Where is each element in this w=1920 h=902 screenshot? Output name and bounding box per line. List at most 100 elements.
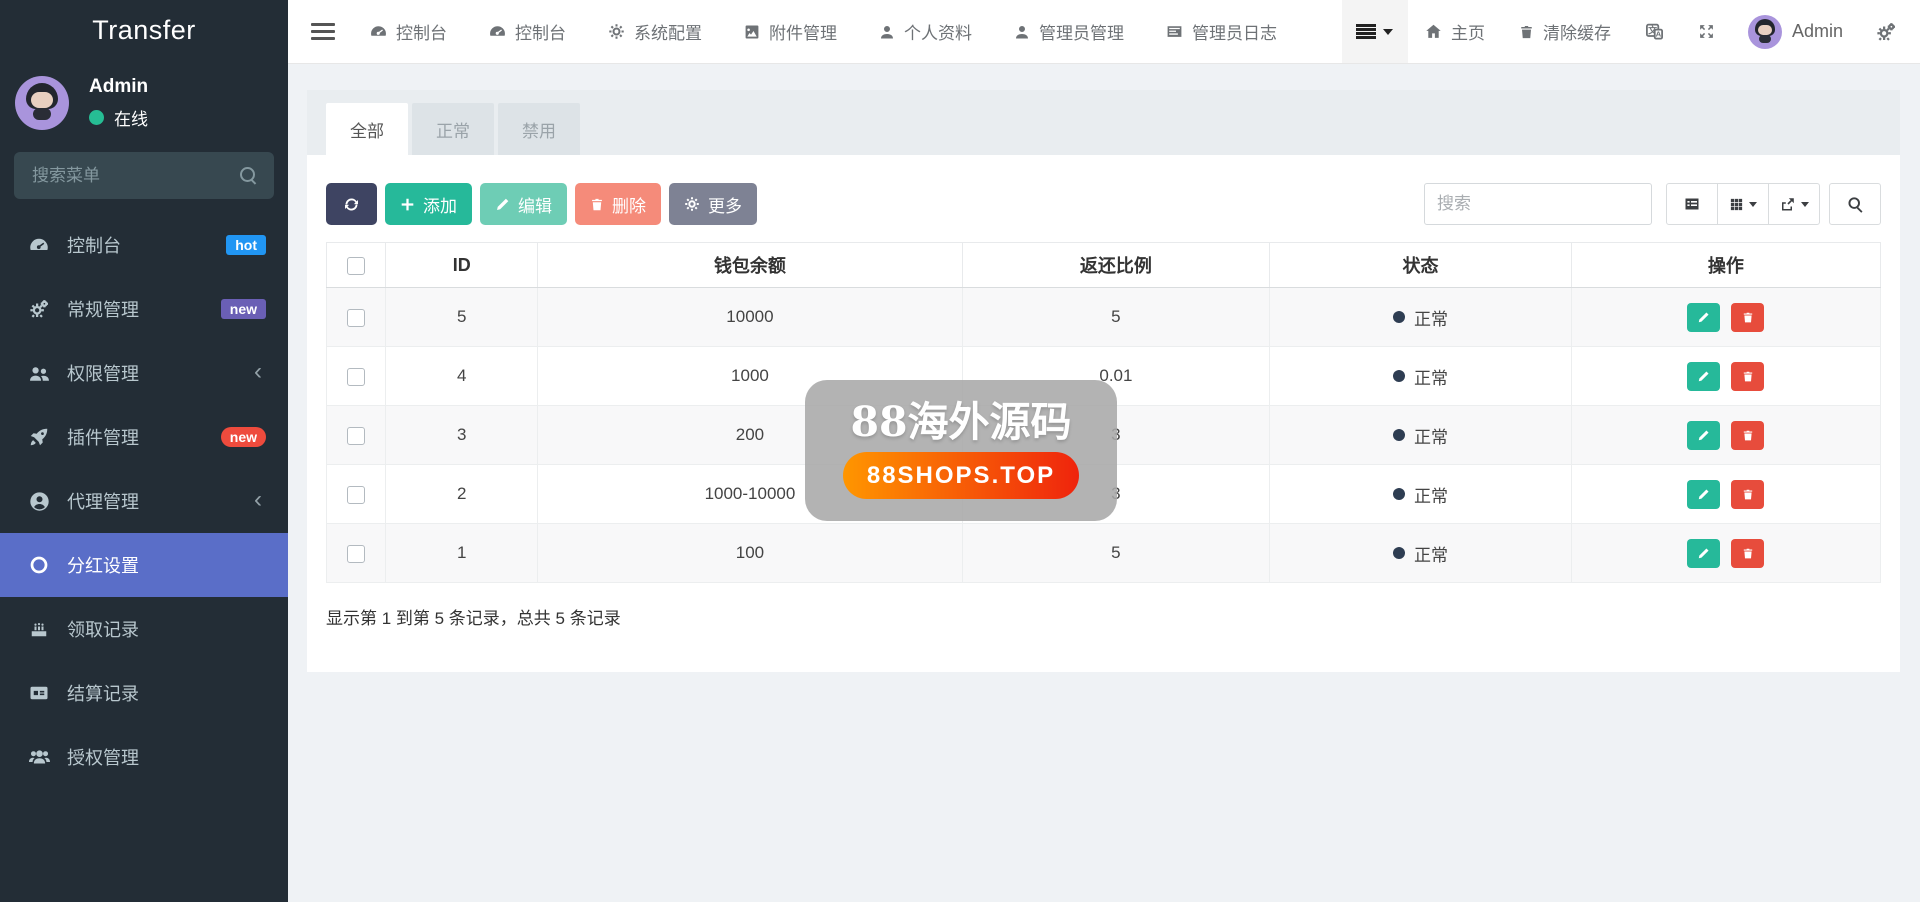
row-edit-button[interactable] bbox=[1687, 362, 1720, 391]
row-edit-button[interactable] bbox=[1687, 421, 1720, 450]
toolbar: 添加 编辑 删除 更多 bbox=[326, 183, 1881, 225]
delete-label: 删除 bbox=[612, 192, 646, 217]
sidebar-item-settlement-records[interactable]: 结算记录 bbox=[0, 661, 288, 725]
more-button[interactable]: 更多 bbox=[669, 183, 757, 225]
tab-disabled[interactable]: 禁用 bbox=[498, 103, 580, 155]
trash-icon bbox=[590, 197, 604, 212]
table-search-input[interactable] bbox=[1424, 183, 1652, 225]
column-header-ratio[interactable]: 返还比例 bbox=[962, 243, 1270, 288]
sidebar-item-dividend-settings[interactable]: 分红设置 bbox=[0, 533, 288, 597]
fullscreen-button[interactable] bbox=[1681, 0, 1732, 63]
nav-tab-label: 附件管理 bbox=[769, 19, 837, 44]
row-delete-button[interactable] bbox=[1731, 539, 1764, 568]
user-status-label: 在线 bbox=[114, 105, 148, 130]
nav-tab-dashboard-2[interactable]: 控制台 bbox=[468, 0, 587, 63]
hot-badge: hot bbox=[226, 235, 266, 255]
table-view-buttons bbox=[1666, 183, 1820, 225]
row-checkbox[interactable] bbox=[347, 486, 365, 504]
row-checkbox[interactable] bbox=[347, 368, 365, 386]
svg-text:A: A bbox=[1656, 30, 1662, 39]
sidebar-item-claim-records[interactable]: 领取记录 bbox=[0, 597, 288, 661]
caret-down-icon bbox=[1383, 29, 1393, 35]
dashboard-icon bbox=[27, 235, 51, 255]
status-badge: 正常 bbox=[1393, 541, 1448, 566]
nav-tab-dashboard-1[interactable]: 控制台 bbox=[349, 0, 468, 63]
row-checkbox[interactable] bbox=[347, 545, 365, 563]
add-button[interactable]: 添加 bbox=[385, 183, 472, 225]
more-label: 更多 bbox=[708, 192, 742, 217]
pencil-icon bbox=[495, 197, 510, 212]
column-header-status[interactable]: 状态 bbox=[1270, 243, 1571, 288]
search-icon[interactable] bbox=[240, 167, 258, 185]
row-delete-button[interactable] bbox=[1731, 421, 1764, 450]
edit-button[interactable]: 编辑 bbox=[480, 183, 567, 225]
chevron-left-icon: ‹ bbox=[254, 488, 262, 512]
add-label: 添加 bbox=[423, 192, 457, 217]
sidebar-item-label: 插件管理 bbox=[67, 424, 139, 450]
tab-normal[interactable]: 正常 bbox=[412, 103, 494, 155]
user-menu[interactable]: Admin bbox=[1732, 0, 1859, 63]
status-dot-icon bbox=[1393, 429, 1405, 441]
sidebar-item-plugins[interactable]: 插件管理 new bbox=[0, 405, 288, 469]
watermark-domain-badge: 88SHOPS.TOP bbox=[843, 452, 1079, 499]
refresh-icon bbox=[343, 196, 360, 213]
watermark-overlay: 88海外源码 88SHOPS.TOP bbox=[805, 380, 1117, 521]
refresh-button[interactable] bbox=[326, 183, 377, 225]
status-badge: 正常 bbox=[1393, 423, 1448, 448]
export-icon bbox=[1780, 196, 1796, 212]
user-status: 在线 bbox=[89, 105, 148, 130]
delete-button[interactable]: 删除 bbox=[575, 183, 661, 225]
row-edit-button[interactable] bbox=[1687, 480, 1720, 509]
tab-bar: 全部 正常 禁用 bbox=[307, 90, 1900, 155]
user-name: Admin bbox=[89, 76, 148, 98]
user-circle-icon bbox=[27, 491, 51, 512]
nav-tab-label: 控制台 bbox=[396, 19, 447, 44]
home-button[interactable]: 主页 bbox=[1408, 0, 1502, 63]
new-badge: new bbox=[221, 299, 266, 319]
column-header-balance[interactable]: 钱包余额 bbox=[538, 243, 962, 288]
nav-tab-profile[interactable]: 个人资料 bbox=[858, 0, 993, 63]
group-icon bbox=[27, 747, 51, 768]
row-delete-button[interactable] bbox=[1731, 303, 1764, 332]
detail-view-button[interactable] bbox=[1666, 183, 1718, 225]
nav-tabs-dropdown-button[interactable] bbox=[1342, 0, 1408, 63]
language-button[interactable]: 文A bbox=[1628, 0, 1681, 63]
sidebar-item-general[interactable]: 常规管理 new bbox=[0, 277, 288, 341]
sidebar-item-label: 控制台 bbox=[67, 232, 121, 258]
row-delete-button[interactable] bbox=[1731, 362, 1764, 391]
row-edit-button[interactable] bbox=[1687, 303, 1720, 332]
sidebar: Transfer Admin 在线 控制台 hot 常规管理 new 权限管理 … bbox=[0, 0, 288, 902]
export-button[interactable] bbox=[1768, 183, 1820, 225]
nav-tab-label: 系统配置 bbox=[634, 19, 702, 44]
row-checkbox[interactable] bbox=[347, 427, 365, 445]
sidebar-item-permissions[interactable]: 权限管理 ‹ bbox=[0, 341, 288, 405]
sidebar-item-label: 常规管理 bbox=[67, 296, 139, 322]
nav-tab-system-config[interactable]: 系统配置 bbox=[587, 0, 723, 63]
table-row: 1 100 5 正常 bbox=[327, 524, 1881, 583]
row-checkbox[interactable] bbox=[347, 309, 365, 327]
nav-tab-admin-management[interactable]: 管理员管理 bbox=[993, 0, 1145, 63]
sidebar-item-authorization[interactable]: 授权管理 bbox=[0, 725, 288, 789]
sidebar-menu: 控制台 hot 常规管理 new 权限管理 ‹ 插件管理 new 代理管理 ‹ … bbox=[0, 213, 288, 789]
columns-button[interactable] bbox=[1717, 183, 1769, 225]
nav-tab-attachments[interactable]: 附件管理 bbox=[723, 0, 858, 63]
tab-all[interactable]: 全部 bbox=[326, 103, 408, 155]
dashboard-icon bbox=[370, 23, 387, 40]
sidebar-item-label: 分红设置 bbox=[67, 552, 139, 578]
search-button[interactable] bbox=[1829, 183, 1881, 225]
row-delete-button[interactable] bbox=[1731, 480, 1764, 509]
sidebar-toggle-icon[interactable] bbox=[311, 23, 335, 40]
nav-tab-admin-log[interactable]: 管理员日志 bbox=[1145, 0, 1298, 63]
nav-tab-label: 管理员日志 bbox=[1192, 19, 1277, 44]
sidebar-item-dashboard[interactable]: 控制台 hot bbox=[0, 213, 288, 277]
sidebar-item-agents[interactable]: 代理管理 ‹ bbox=[0, 469, 288, 533]
columns-icon bbox=[1729, 197, 1744, 212]
row-edit-button[interactable] bbox=[1687, 539, 1720, 568]
clear-cache-button[interactable]: 清除缓存 bbox=[1502, 0, 1628, 63]
column-header-id[interactable]: ID bbox=[386, 243, 538, 288]
status-badge: 正常 bbox=[1393, 364, 1448, 389]
select-all-checkbox[interactable] bbox=[347, 257, 365, 275]
menu-search-input[interactable] bbox=[14, 152, 274, 199]
settings-button[interactable] bbox=[1859, 0, 1920, 63]
column-header-actions[interactable]: 操作 bbox=[1571, 243, 1880, 288]
